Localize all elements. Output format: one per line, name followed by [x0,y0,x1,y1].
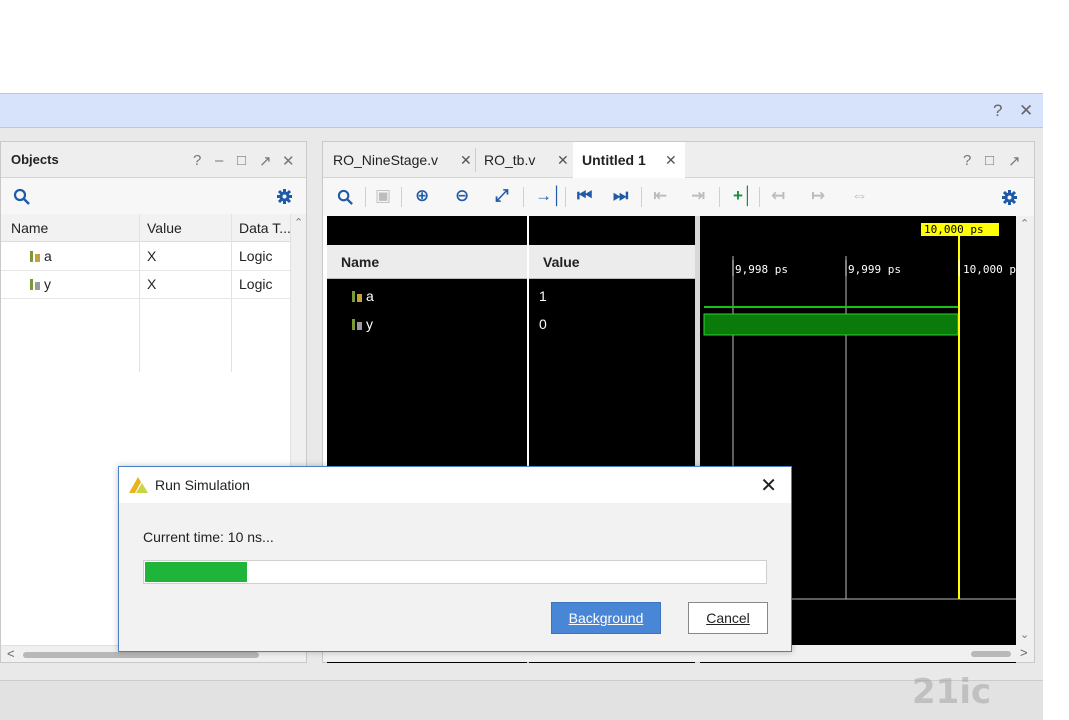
background-button[interactable]: Background [551,602,661,634]
help-icon[interactable]: ? [963,152,971,169]
gear-icon[interactable] [276,188,293,205]
object-name: a [44,248,52,264]
zoom-out-icon[interactable]: ⊖ [455,186,469,206]
objects-table-header: Name Value Data T... [1,214,291,242]
close-icon[interactable]: ✕ [282,152,295,170]
go-to-end-icon[interactable]: ⏭ [613,186,628,206]
tab-ro-ninestage[interactable]: RO_NineStage.v ✕ [323,142,475,178]
column-name[interactable]: Name [11,220,48,236]
signal-row[interactable]: y [351,316,373,332]
add-marker-icon[interactable]: +│ [733,186,754,206]
cursor-time-label[interactable]: 10,000 ps [921,223,999,236]
time-tick-label: 9,999 ps [848,263,901,276]
close-icon[interactable]: ✕ [557,152,569,169]
zoom-fit-icon[interactable]: ⤢ [495,186,509,206]
tab-label: RO_NineStage.v [333,152,439,168]
close-icon[interactable]: ✕ [665,152,677,169]
gear-icon[interactable] [1001,189,1018,206]
progress-message: Current time: 10 ns... [143,529,274,545]
column-data-type[interactable]: Data T... [239,220,291,236]
next-transition-icon[interactable]: ⇥ [691,186,705,206]
dialog-title: Run Simulation [155,477,250,493]
close-icon[interactable]: ✕ [460,152,472,169]
scroll-up-icon[interactable]: ⌃ [294,216,303,229]
float-icon[interactable]: ↗ [1008,152,1021,170]
status-bar [0,680,1043,720]
signal-icon [352,319,362,330]
go-to-cursor-icon[interactable]: →│ [535,186,563,206]
signal-value: 0 [539,316,547,332]
progress-fill [145,562,248,582]
scroll-up-icon[interactable]: ⌃ [1020,217,1029,230]
tab-bar: RO_NineStage.v ✕ RO_tb.v ✕ Untitled 1 ✕ … [323,142,1034,178]
objects-panel-title: Objects [11,152,59,167]
maximize-icon[interactable]: □ [985,152,994,169]
column-value[interactable]: Value [147,220,182,236]
object-value: X [147,248,157,264]
signal-icon [30,279,40,290]
help-icon[interactable]: ? [993,101,1002,121]
cancel-button[interactable]: Cancel [688,602,768,634]
next-marker-icon[interactable]: ↦ [811,186,825,206]
objects-panel-header: Objects ? ‒ □ ↗ ✕ [1,142,306,178]
table-row[interactable]: a X Logic [1,243,291,271]
go-to-start-icon[interactable]: ⏮ [577,186,592,206]
tab-label: Untitled 1 [582,152,646,168]
vivado-logo-icon [129,477,148,493]
previous-transition-icon[interactable]: ⇤ [653,186,667,206]
save-icon[interactable]: ▣ [375,186,391,206]
search-icon[interactable] [13,188,31,206]
name-header[interactable]: Name [327,245,527,279]
scrollbar-thumb[interactable] [971,651,1011,657]
signal-row[interactable]: a [351,288,374,304]
tab-ro-tb[interactable]: RO_tb.v ✕ [476,142,573,178]
close-icon[interactable]: ✕ [760,473,777,498]
maximize-icon[interactable]: □ [237,152,246,169]
value-header[interactable]: Value [529,245,695,279]
progress-bar [143,560,767,584]
object-type: Logic [239,248,273,264]
previous-marker-icon[interactable]: ↤ [771,186,785,206]
watermark-logo: 21ic [912,672,992,712]
tab-untitled-1[interactable]: Untitled 1 ✕ [573,142,685,178]
scroll-right-icon[interactable]: > [1020,645,1028,660]
signal-value: 1 [539,288,547,304]
swap-cursors-icon[interactable]: ⇔ [851,186,868,206]
signal-icon [30,251,40,262]
search-icon[interactable] [337,189,354,206]
object-type: Logic [239,276,273,292]
signal-name: a [366,288,374,304]
float-icon[interactable]: ↗ [259,152,272,170]
window-title-bar: ? ✕ [0,93,1043,128]
time-tick-label: 10,000 ps [963,263,1016,276]
vertical-scrollbar[interactable]: ⌃ ⌄ [1016,216,1034,662]
waveform-y[interactable] [703,313,959,336]
help-icon[interactable]: ? [193,152,201,169]
zoom-in-icon[interactable]: ⊕ [415,186,429,206]
scroll-left-icon[interactable]: < [7,646,15,661]
signal-icon [352,291,362,302]
object-value: X [147,276,157,292]
waveform-toolbar: ▣ ⊕ ⊖ ⤢ →│ ⏮ ⏭ ⇤ ⇥ +│ ↤ ↦ ⇔ [323,178,1034,216]
time-tick-label: 9,998 ps [735,263,788,276]
close-icon[interactable]: ✕ [1019,101,1033,121]
scroll-down-icon[interactable]: ⌄ [1020,628,1029,641]
table-row[interactable]: y X Logic [1,271,291,299]
minimize-icon[interactable]: ‒ [215,152,223,169]
objects-toolbar [1,178,306,214]
scrollbar-thumb[interactable] [23,652,259,658]
run-simulation-dialog: Run Simulation ✕ Current time: 10 ns... … [118,466,792,652]
signal-name: y [366,316,373,332]
dialog-title-bar[interactable]: Run Simulation ✕ [119,467,791,503]
tab-label: RO_tb.v [484,152,536,168]
object-name: y [44,276,51,292]
